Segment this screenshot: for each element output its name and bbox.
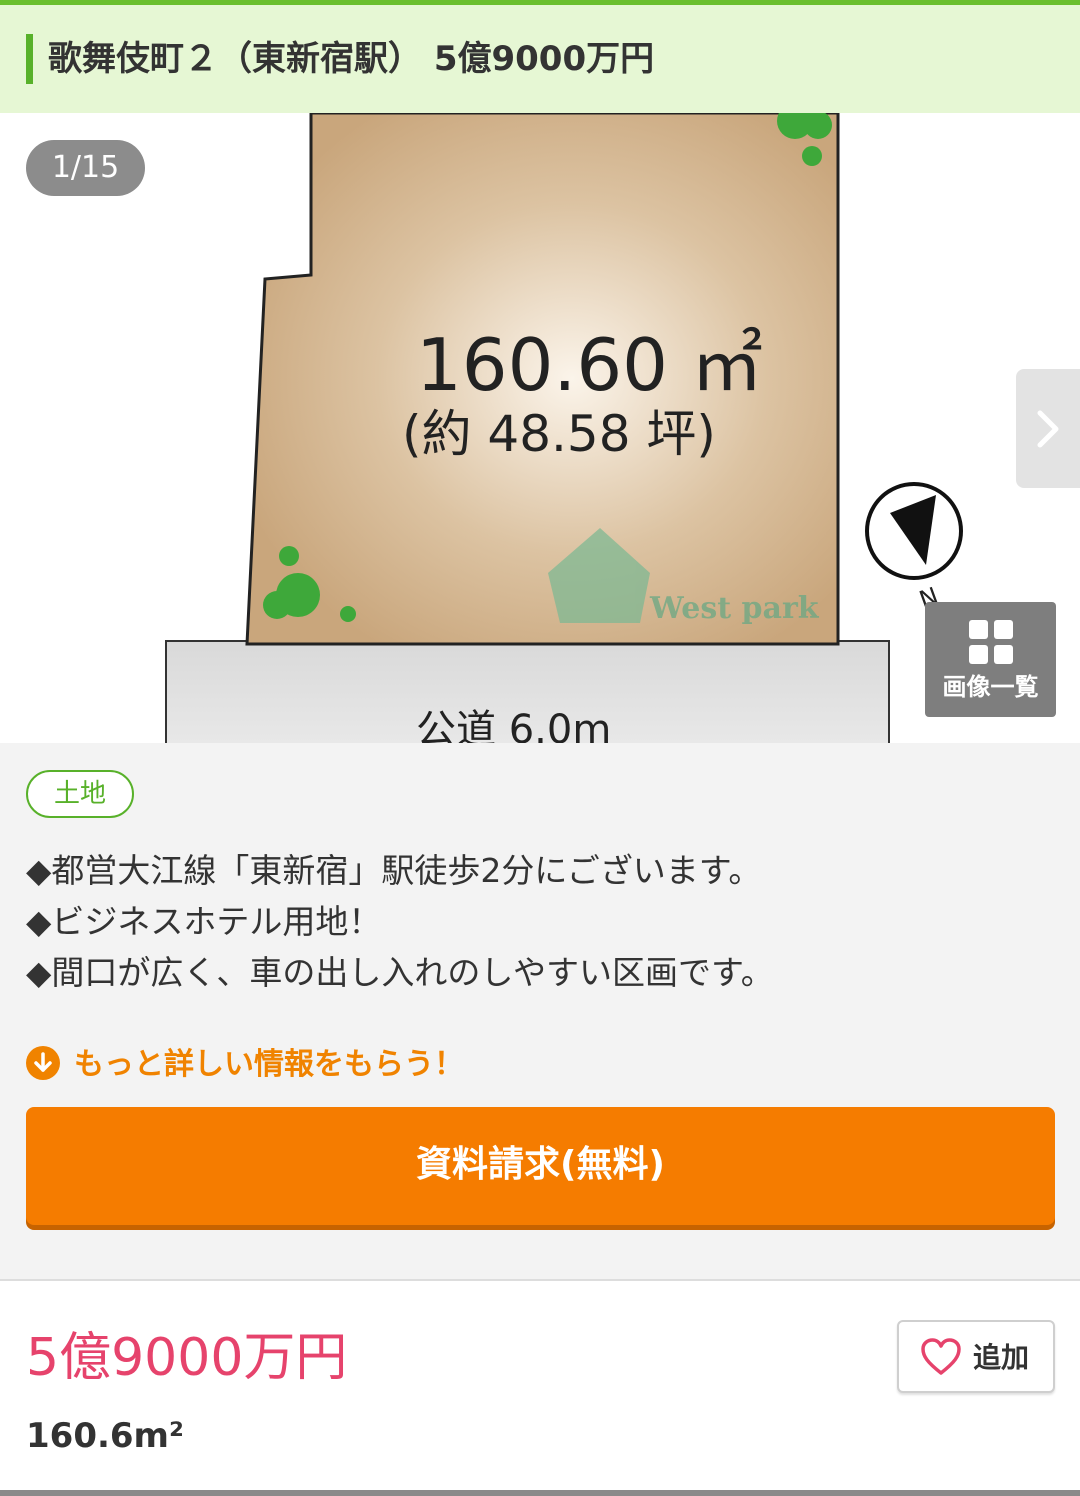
next-image-button[interactable]	[1016, 369, 1080, 488]
more-info-link[interactable]: もっと詳しい情報をもらう！	[26, 1045, 464, 1085]
plot-area-sub: (約 48.58 坪)	[402, 405, 716, 463]
image-counter: 1/15	[26, 140, 145, 196]
plot-area-main: 160.60 ㎡	[416, 323, 763, 407]
description-line: ◆ビジネスホテル用地！	[26, 902, 382, 941]
watermark-text: West park	[649, 591, 820, 626]
property-price: 5億9000万円	[26, 1328, 348, 1388]
bottom-bar	[0, 1490, 1080, 1496]
arrow-down-icon	[26, 1045, 60, 1080]
property-description: ◆都営大江線「東新宿」駅徒歩2分にございます。 ◆ビジネスホテル用地！ ◆間口が…	[26, 845, 774, 998]
heart-icon	[921, 1338, 961, 1375]
header-accent-bar	[26, 34, 33, 84]
property-info: 土地 ◆都営大江線「東新宿」駅徒歩2分にございます。 ◆ビジネスホテル用地！ ◆…	[0, 743, 1080, 1279]
property-type-tag: 土地	[26, 770, 134, 818]
property-area: 160.6m²	[26, 1416, 184, 1456]
description-line: ◆間口が広く、車の出し入れのしやすい区画です。	[26, 953, 774, 992]
property-detail-page: 歌舞伎町２（東新宿駅） 5億9000万円 West park 160.60 ㎡ …	[0, 0, 1080, 1496]
land-plot-image: West park 160.60 ㎡ (約 48.58 坪) 公道 6.0m	[165, 113, 890, 743]
image-list-button[interactable]: 画像一覧	[925, 602, 1056, 717]
image-list-label: 画像一覧	[942, 673, 1039, 701]
add-favorite-label: 追加	[973, 1341, 1030, 1374]
add-favorite-button[interactable]: 追加	[897, 1320, 1055, 1393]
road-label: 公道 6.0m	[416, 707, 611, 743]
grid-icon	[969, 620, 1013, 664]
request-materials-button[interactable]: 資料請求(無料)	[26, 1107, 1055, 1225]
section-divider	[0, 1279, 1080, 1281]
image-gallery[interactable]: West park 160.60 ㎡ (約 48.58 坪) 公道 6.0m 1…	[0, 113, 1080, 743]
more-info-label: もっと詳しい情報をもらう！	[74, 1047, 464, 1082]
chevron-right-icon	[1037, 410, 1059, 448]
page-header: 歌舞伎町２（東新宿駅） 5億9000万円	[0, 5, 1080, 113]
page-title: 歌舞伎町２（東新宿駅） 5億9000万円	[48, 39, 655, 79]
compass-icon: N	[865, 482, 963, 611]
description-line: ◆都営大江線「東新宿」駅徒歩2分にございます。	[26, 851, 762, 890]
